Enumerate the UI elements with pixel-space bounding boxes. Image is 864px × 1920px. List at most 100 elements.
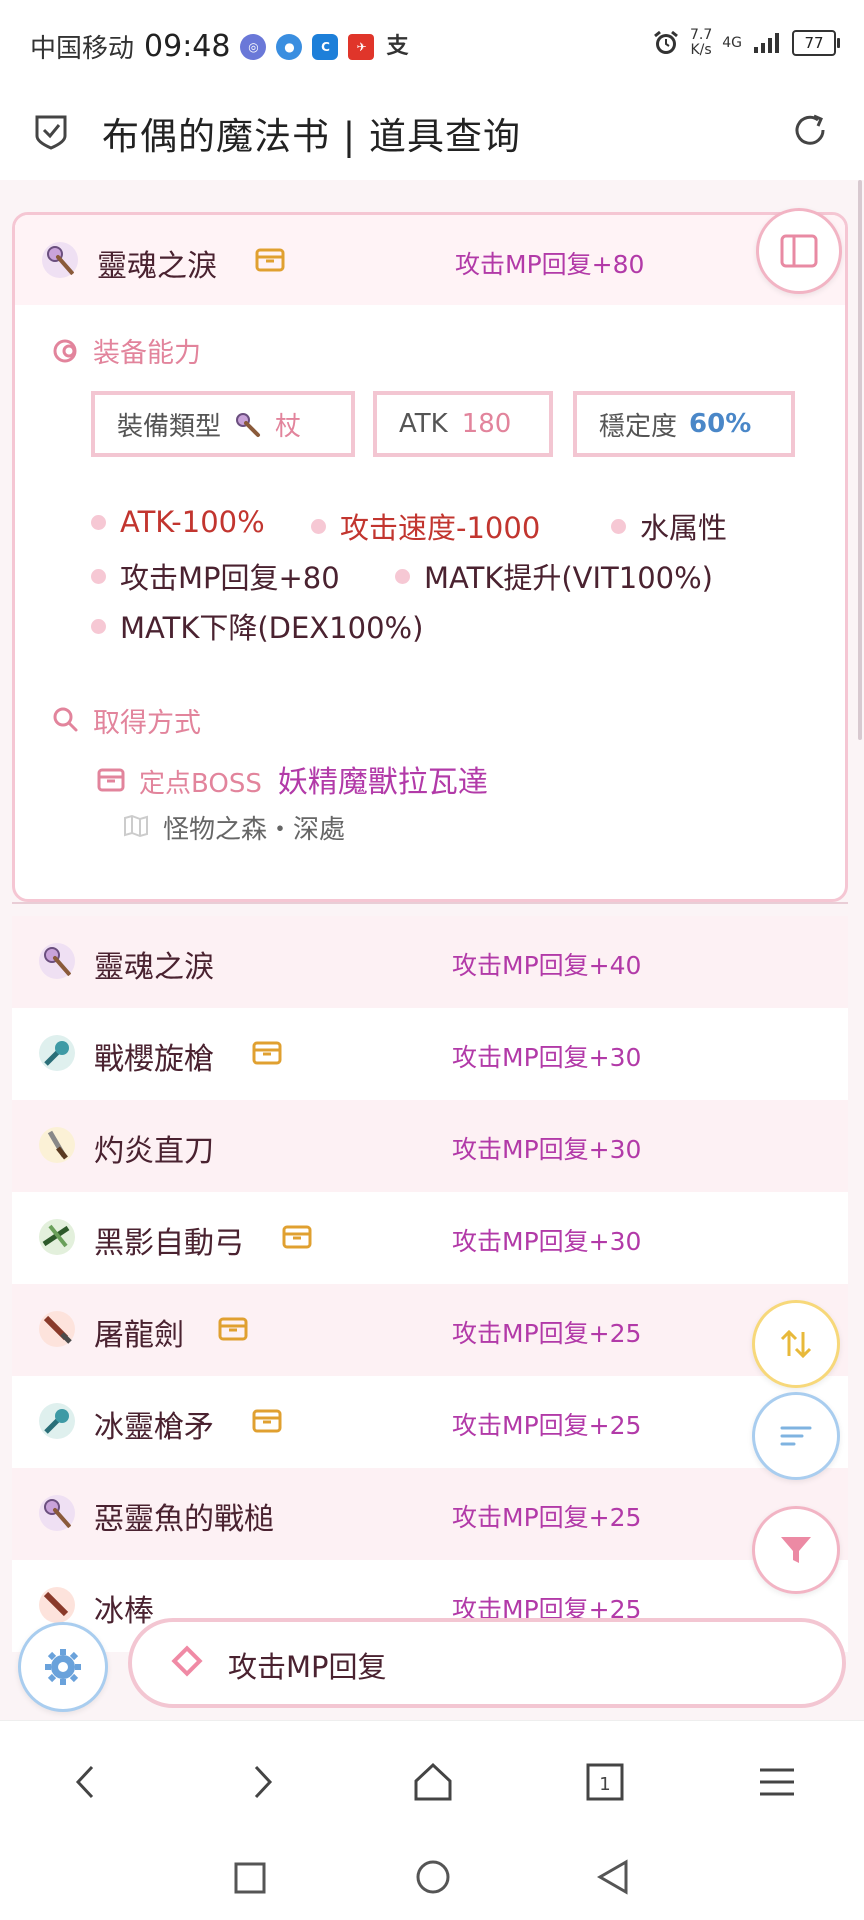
- home-circle-icon[interactable]: [414, 1858, 452, 1896]
- stability-label: 穩定度: [599, 411, 678, 442]
- item-stat: 攻击MP回复+25: [452, 1411, 642, 1440]
- equip-type-label: 裝備類型: [117, 411, 222, 442]
- app-notification-icon: ●: [276, 33, 303, 60]
- settings-button[interactable]: [18, 1622, 108, 1712]
- effect-item: ATK-100%: [91, 505, 265, 539]
- equip-type-value: 杖: [275, 411, 302, 442]
- katana-icon: [39, 1127, 75, 1163]
- list-item[interactable]: 靈魂之淚 攻击MP回复+40: [12, 916, 848, 1008]
- item-stat: 攻击MP回复+30: [452, 1227, 642, 1256]
- browser-toolbar: 1: [0, 1720, 864, 1841]
- forward-icon[interactable]: [236, 1757, 286, 1807]
- item-name: 靈魂之淚: [97, 249, 217, 284]
- app-notification-icon: ✈: [348, 33, 375, 60]
- equip-type-pill: 裝備類型 杖: [91, 391, 355, 457]
- item-name: 屠龍劍: [94, 1318, 184, 1353]
- item-stat: 攻击MP回复+25: [452, 1503, 642, 1532]
- list-item[interactable]: 黑影自動弓 攻击MP回复+30: [12, 1192, 848, 1284]
- alarm-icon: [654, 30, 678, 54]
- search-icon: [53, 707, 78, 732]
- filter-button[interactable]: [752, 1506, 840, 1594]
- equip-section-title: 装备能力: [93, 338, 201, 369]
- swap-vertical-icon: [780, 1329, 812, 1359]
- item-stat: 攻击MP回复+30: [452, 1043, 642, 1072]
- stability-pill: 穩定度 60%: [573, 391, 795, 457]
- item-name: 黑影自動弓: [94, 1226, 244, 1261]
- atk-pill: ATK 180: [373, 391, 553, 457]
- shield-check-icon[interactable]: [34, 114, 68, 150]
- item-stat: 攻击MP回复+40: [452, 951, 642, 980]
- list-item[interactable]: 屠龍劍 攻击MP回复+25: [12, 1284, 848, 1376]
- effect-item: MATK下降(DEX100%): [91, 605, 423, 647]
- clock: 09:48: [144, 29, 231, 64]
- back-triangle-icon[interactable]: [594, 1858, 632, 1896]
- divider: [12, 902, 848, 904]
- filter-icon: [781, 1537, 811, 1563]
- item-name: 戰櫻旋槍: [94, 1042, 214, 1077]
- staff-icon: [39, 943, 75, 979]
- tabs-icon[interactable]: 1: [580, 1757, 630, 1807]
- effect-text: MATK下降(DEX100%): [120, 611, 424, 645]
- signal-type: 4G: [722, 35, 742, 51]
- search-query: 攻击MP回复: [228, 1650, 387, 1684]
- list-item[interactable]: 灼炎直刀 攻击MP回复+30: [12, 1100, 848, 1192]
- halberd-icon: [39, 1403, 75, 1439]
- effect-text: 攻击速度-1000: [340, 511, 541, 545]
- back-icon[interactable]: [62, 1757, 112, 1807]
- app-header: 布偶的魔法书 | 道具查询: [0, 92, 864, 180]
- side-panel-button[interactable]: [756, 208, 842, 294]
- obtain-boss[interactable]: 妖精魔獸拉瓦達: [278, 757, 488, 801]
- refresh-icon[interactable]: [790, 110, 830, 150]
- obtain-source[interactable]: 定点BOSS 妖精魔獸拉瓦達: [97, 757, 488, 801]
- staff-icon: [236, 413, 261, 437]
- effect-text: 攻击MP回复+80: [120, 561, 340, 595]
- atk-label: ATK: [399, 409, 448, 439]
- effect-text: 水属性: [640, 511, 728, 545]
- list-item[interactable]: 戰櫻旋槍 攻击MP回复+30: [12, 1008, 848, 1100]
- recent-apps-icon[interactable]: [232, 1860, 268, 1896]
- battery-indicator: 77: [792, 30, 840, 56]
- box-icon: [218, 1317, 248, 1341]
- home-icon[interactable]: [408, 1757, 458, 1807]
- signal-bars-icon: [754, 33, 779, 53]
- halberd-icon: [39, 1035, 75, 1071]
- menu-icon[interactable]: [752, 1757, 802, 1807]
- box-icon: [255, 248, 285, 272]
- effect-item: 攻击速度-1000: [311, 505, 540, 547]
- item-list-area[interactable]: 靈魂之淚 攻击MP回复+80 装备能力 裝備類型 杖 ATK 180 穩定度 6…: [0, 180, 864, 1720]
- map-icon: [124, 814, 148, 838]
- list-item[interactable]: 冰靈槍矛 攻击MP回复+25: [12, 1376, 848, 1468]
- carrier-label: 中国移动: [30, 34, 135, 64]
- system-navigation-bar: [0, 1840, 864, 1920]
- item-stat: 攻击MP回复+25: [452, 1319, 642, 1348]
- item-name: 冰靈槍矛: [94, 1410, 214, 1445]
- search-input[interactable]: 攻击MP回复: [128, 1618, 846, 1708]
- scrollbar[interactable]: [858, 180, 862, 740]
- item-name: 靈魂之淚: [94, 950, 214, 985]
- sword-icon: [39, 1587, 75, 1623]
- sort-toggle-button[interactable]: [752, 1300, 840, 1388]
- bowgun-icon: [39, 1219, 75, 1255]
- obtain-section-title: 取得方式: [93, 708, 201, 739]
- equip-ability-icon: [53, 339, 77, 363]
- obtain-location: 怪物之森・深處: [163, 815, 346, 845]
- atk-value: 180: [461, 409, 512, 439]
- item-detail-header[interactable]: 靈魂之淚 攻击MP回复+80: [15, 215, 845, 305]
- sort-order-button[interactable]: [752, 1392, 840, 1480]
- obtain-location-row: 怪物之森・深處: [123, 809, 345, 846]
- app-notification-icon: C: [312, 33, 339, 60]
- box-icon: [282, 1225, 312, 1249]
- page-title: 布偶的魔法书 | 道具查询: [102, 115, 521, 158]
- svg-text:1: 1: [599, 1774, 610, 1795]
- effect-item: 水属性: [611, 505, 727, 547]
- sword-icon: [39, 1311, 75, 1347]
- item-name: 灼炎直刀: [94, 1134, 214, 1169]
- staff-icon: [42, 242, 78, 278]
- staff-icon: [39, 1495, 75, 1531]
- network-speed-value: 7.7: [689, 27, 713, 43]
- box-icon: [97, 768, 125, 792]
- effect-text: ATK-100%: [120, 505, 265, 539]
- status-bar: 中国移动 09:48 ◎ ● C ✈ 支 7.7 K/s 4G 77: [0, 0, 864, 92]
- list-item[interactable]: 惡靈魚的戰槌 攻击MP回复+25: [12, 1468, 848, 1560]
- gear-icon: [45, 1649, 81, 1685]
